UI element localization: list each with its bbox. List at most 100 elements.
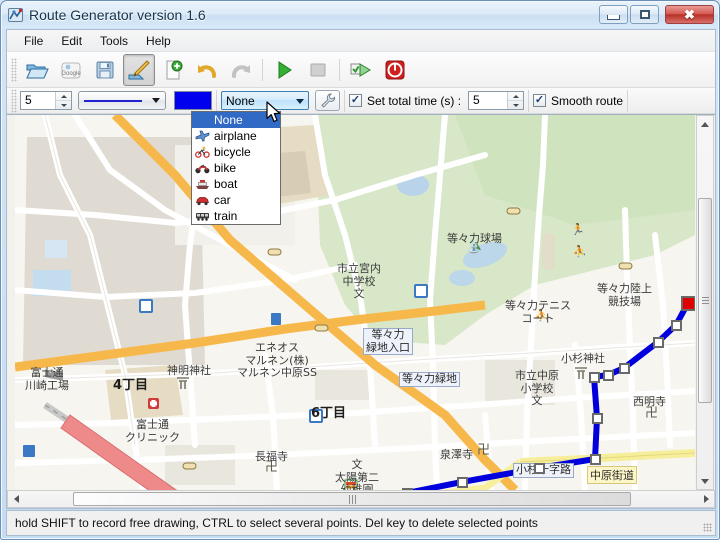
- line-width-stepper[interactable]: 5: [20, 91, 72, 110]
- chevron-down-icon: [152, 98, 160, 103]
- dropdown-item-airplane[interactable]: airplane: [192, 128, 280, 144]
- total-time-decrement[interactable]: [508, 101, 523, 109]
- quit-button[interactable]: [379, 54, 411, 86]
- route-waypoint[interactable]: [603, 370, 614, 381]
- options-separator: [344, 89, 345, 112]
- status-message: hold SHIFT to record free drawing, CTRL …: [15, 516, 538, 530]
- checkmark-icon: ✓: [350, 94, 361, 106]
- total-time-stepper[interactable]: 5: [468, 91, 525, 110]
- maximize-button[interactable]: [630, 5, 659, 24]
- new-route-button[interactable]: [157, 54, 189, 86]
- status-bar: hold SHIFT to record free drawing, CTRL …: [6, 510, 716, 536]
- play-button[interactable]: [268, 54, 300, 86]
- line-style-select[interactable]: [78, 91, 166, 110]
- route-endpoint[interactable]: [681, 296, 695, 311]
- window-title: Route Generator version 1.6: [29, 7, 206, 23]
- scroll-down-button[interactable]: [697, 473, 713, 489]
- app-icon: [8, 7, 24, 23]
- new-page-icon: [166, 60, 183, 79]
- google-maps-button[interactable]: Google: [55, 54, 87, 86]
- triangle-down-icon: [512, 103, 519, 107]
- map-road-label: 中原街道: [587, 466, 637, 484]
- total-time-increment[interactable]: [508, 92, 524, 101]
- route-waypoint[interactable]: [589, 372, 600, 383]
- map-vertical-scroll-thumb[interactable]: [698, 198, 712, 403]
- set-total-time-label: Set total time (s) :: [367, 93, 462, 108]
- redo-button[interactable]: [225, 54, 257, 86]
- scroll-right-button[interactable]: [698, 491, 714, 507]
- toolbar-separator: [262, 58, 263, 81]
- line-width-increment[interactable]: [56, 92, 71, 101]
- marker-type-combobox[interactable]: None: [221, 91, 309, 110]
- floppy-disk-icon: [96, 61, 114, 78]
- total-time-value[interactable]: 5: [469, 92, 507, 109]
- open-file-button[interactable]: [21, 54, 53, 86]
- triangle-up-icon: [512, 94, 519, 98]
- line-width-decrement[interactable]: [56, 101, 71, 109]
- dropdown-item-bike[interactable]: bike: [192, 160, 280, 176]
- line-width-value[interactable]: 5: [21, 92, 55, 109]
- export-button[interactable]: [345, 54, 377, 86]
- menu-item-edit[interactable]: Edit: [52, 31, 91, 51]
- triangle-right-icon: [703, 495, 709, 503]
- map-horizontal-scrollbar[interactable]: [7, 490, 715, 508]
- svg-text:⛹: ⛹: [535, 308, 549, 322]
- line-color-swatch[interactable]: [174, 91, 212, 110]
- menu-item-help[interactable]: Help: [137, 31, 180, 51]
- route-waypoint[interactable]: [653, 337, 664, 348]
- dropdown-item-boat[interactable]: boat: [192, 176, 280, 192]
- close-button[interactable]: ✖: [665, 5, 714, 24]
- play-triangle-icon: [278, 60, 292, 79]
- marker-settings-button[interactable]: [315, 90, 340, 111]
- dropdown-item-label: boat: [214, 177, 238, 191]
- close-icon: ✖: [684, 7, 695, 22]
- route-waypoint[interactable]: [592, 413, 603, 424]
- chevron-down-icon: [296, 99, 304, 104]
- triangle-up-icon: [701, 121, 709, 127]
- menu-bar: File Edit Tools Help: [7, 30, 715, 52]
- toolbar-grip[interactable]: [11, 57, 17, 82]
- route-waypoint[interactable]: [534, 463, 545, 474]
- pencil-ruler-icon: [128, 59, 150, 79]
- dropdown-item-car[interactable]: car: [192, 192, 280, 208]
- route-waypoint[interactable]: [671, 320, 682, 331]
- route-waypoint[interactable]: [457, 477, 468, 488]
- menu-item-file[interactable]: File: [15, 31, 52, 51]
- mouse-cursor: [266, 101, 283, 128]
- triangle-down-icon: [701, 478, 709, 484]
- svg-text:⛹: ⛹: [573, 244, 587, 258]
- power-off-icon: [385, 60, 405, 79]
- map-vertical-scrollbar[interactable]: [696, 115, 714, 490]
- stop-button[interactable]: [302, 54, 334, 86]
- save-button[interactable]: [89, 54, 121, 86]
- map-horizontal-scroll-thumb[interactable]: [73, 492, 631, 506]
- bicycle-icon: [194, 145, 210, 159]
- total-time-spin-buttons[interactable]: [507, 92, 524, 109]
- line-width-spin-buttons[interactable]: [55, 92, 71, 109]
- smooth-route-checkbox[interactable]: ✓: [533, 94, 547, 107]
- svg-text:⛲: ⛲: [467, 241, 481, 254]
- options-separator: [528, 89, 530, 112]
- svg-text:Google: Google: [61, 71, 81, 77]
- stop-square-icon: [310, 63, 326, 76]
- dropdown-item-train[interactable]: train: [192, 208, 280, 224]
- scroll-left-button[interactable]: [8, 491, 24, 507]
- undo-button[interactable]: [191, 54, 223, 86]
- redo-arrow-icon: [232, 64, 250, 78]
- set-total-time-checkbox[interactable]: ✓: [349, 94, 362, 107]
- map-boxed-label: 等々力 緑地入口: [363, 328, 413, 356]
- map-view[interactable]: 卍 卍 卍 ⛲ ⛹ ⛹ 🏃 富士通 川崎工場 4丁目 神明神社 富士通 クリニッ…: [15, 115, 695, 490]
- route-waypoint[interactable]: [619, 363, 630, 374]
- minimize-button[interactable]: [599, 5, 628, 24]
- route-waypoint[interactable]: [590, 454, 601, 465]
- options-grip[interactable]: [11, 88, 17, 113]
- scroll-up-button[interactable]: [697, 116, 713, 132]
- resize-grip[interactable]: [703, 523, 712, 532]
- triangle-left-icon: [13, 495, 19, 503]
- marker-type-dropdown-list[interactable]: None airplane bicycle bike boat car trai…: [191, 111, 281, 225]
- map-boxed-label: 等々力緑地: [399, 372, 460, 387]
- menu-item-tools[interactable]: Tools: [91, 31, 137, 51]
- dropdown-item-bicycle[interactable]: bicycle: [192, 144, 280, 160]
- green-arrow-icon: [350, 62, 371, 77]
- draw-route-button[interactable]: [123, 53, 155, 86]
